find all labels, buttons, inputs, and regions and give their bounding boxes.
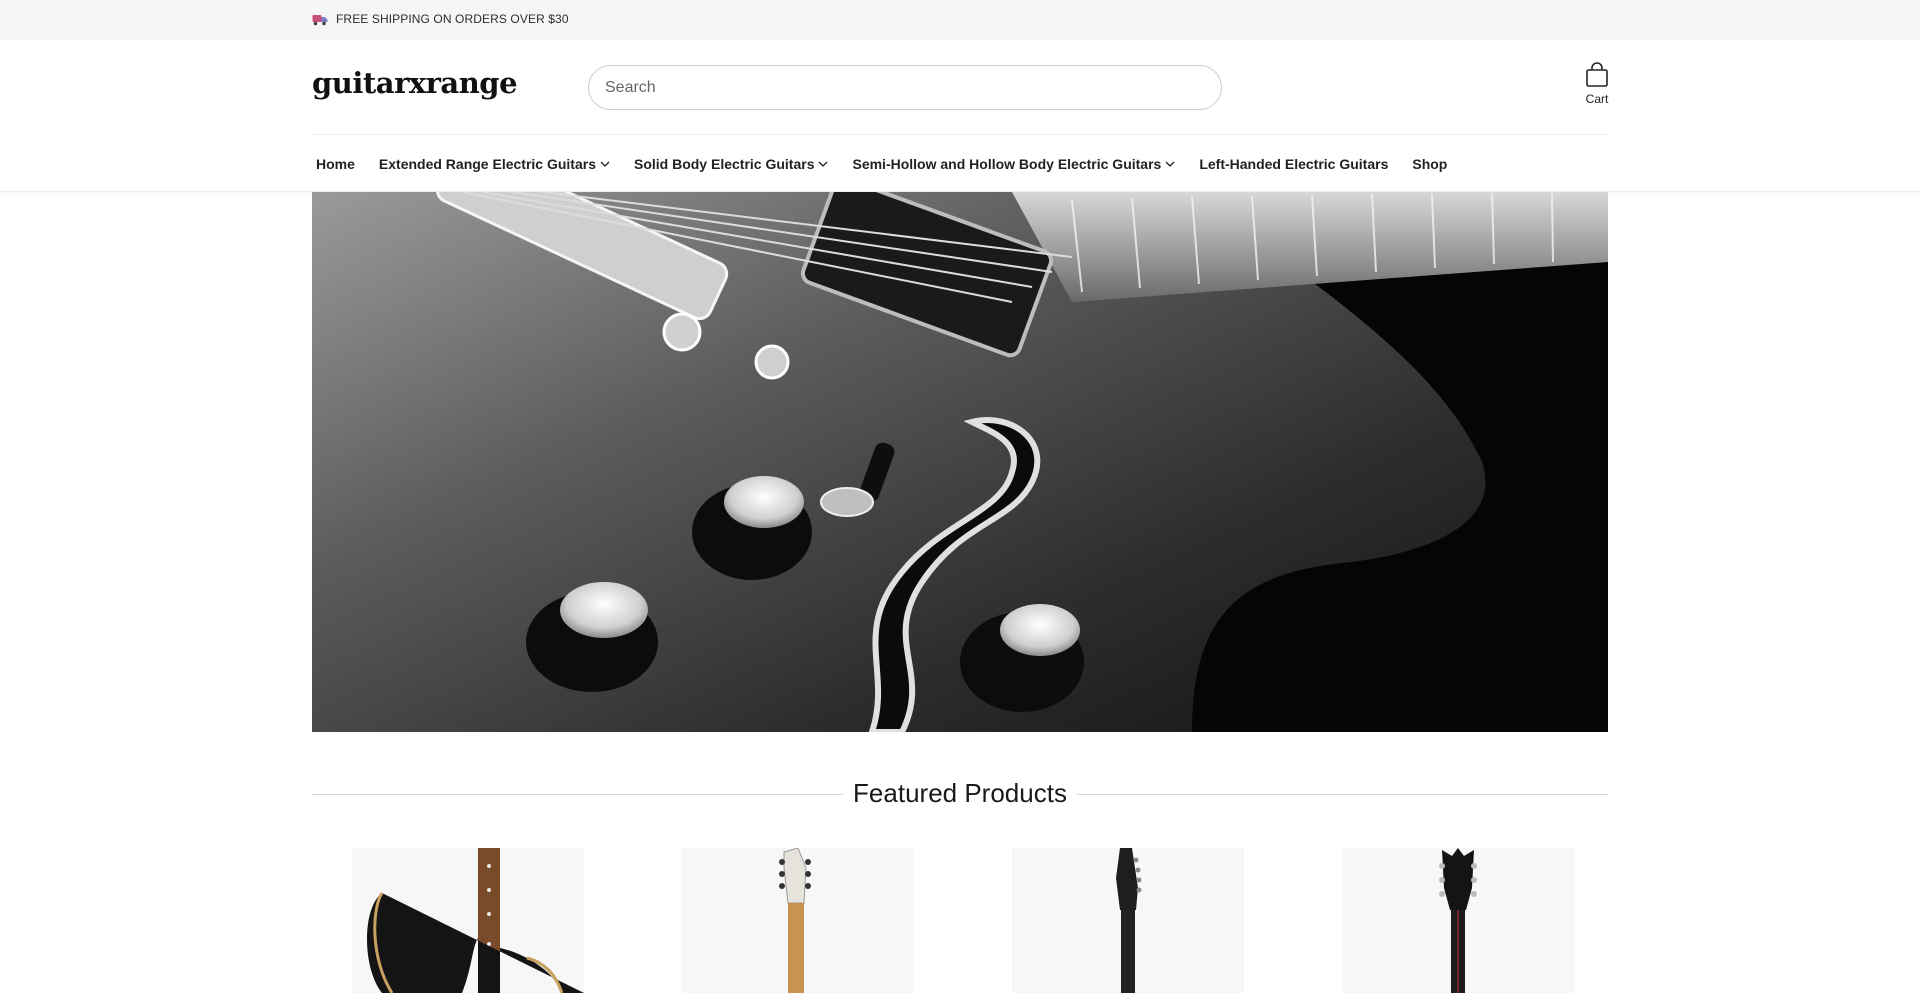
hero-guitar-illustration — [312, 192, 1608, 732]
cart-button[interactable]: Cart — [1580, 62, 1614, 106]
header-divider — [312, 134, 1608, 135]
bag-icon — [1586, 62, 1608, 87]
nav-item-label: Semi-Hollow and Hollow Body Electric Gui… — [852, 156, 1162, 172]
nav-item-label: Extended Range Electric Guitars — [378, 156, 596, 172]
featured-products-section: Featured Products — [312, 776, 1608, 812]
section-title-text: Featured Products — [843, 778, 1077, 808]
site-logo[interactable]: guitarxrange — [312, 66, 518, 100]
nav-item-hollow-body[interactable]: Semi-Hollow and Hollow Body Electric Gui… — [852, 156, 1175, 172]
nav-item-left-handed[interactable]: Left-Handed Electric Guitars — [1199, 156, 1388, 172]
product-3-image — [1012, 848, 1244, 993]
chevron-down-icon — [1165, 161, 1175, 167]
section-title: Featured Products — [312, 778, 1608, 809]
nav-item-label: Left-Handed Electric Guitars — [1199, 156, 1389, 172]
product-2-image — [682, 848, 914, 993]
search-input[interactable] — [589, 66, 1221, 109]
nav-item-home[interactable]: Home — [316, 156, 355, 172]
product-card-image[interactable] — [1342, 848, 1574, 993]
product-1-image — [352, 848, 584, 993]
announcement-bar: FREE SHIPPING ON ORDERS OVER $30 — [0, 0, 1920, 40]
product-card-image[interactable] — [1012, 848, 1244, 993]
nav-item-shop[interactable]: Shop — [1412, 156, 1447, 172]
announcement-text: FREE SHIPPING ON ORDERS OVER $30 — [336, 12, 569, 26]
product-4-image — [1342, 848, 1574, 993]
hero-image[interactable] — [312, 192, 1608, 732]
cart-label: Cart — [1585, 92, 1609, 106]
nav-item-label: Home — [316, 156, 355, 172]
product-grid — [312, 848, 1608, 993]
truck-icon — [312, 15, 328, 26]
main-nav: Home Extended Range Electric Guitars Sol… — [316, 156, 1471, 172]
nav-item-label: Solid Body Electric Guitars — [633, 156, 815, 172]
chevron-down-icon — [819, 161, 828, 167]
nav-item-extended-range[interactable]: Extended Range Electric Guitars — [379, 156, 610, 172]
nav-item-label: Shop — [1412, 156, 1448, 172]
nav-item-solid-body[interactable]: Solid Body Electric Guitars — [634, 156, 829, 172]
announcement-content: FREE SHIPPING ON ORDERS OVER $30 — [312, 12, 569, 26]
search-box[interactable] — [588, 65, 1222, 110]
chevron-down-icon — [600, 161, 610, 167]
site-header: guitarxrange Cart Home Extended Range El… — [0, 40, 1920, 192]
product-card-image[interactable] — [352, 848, 584, 993]
product-card-image[interactable] — [682, 848, 914, 993]
